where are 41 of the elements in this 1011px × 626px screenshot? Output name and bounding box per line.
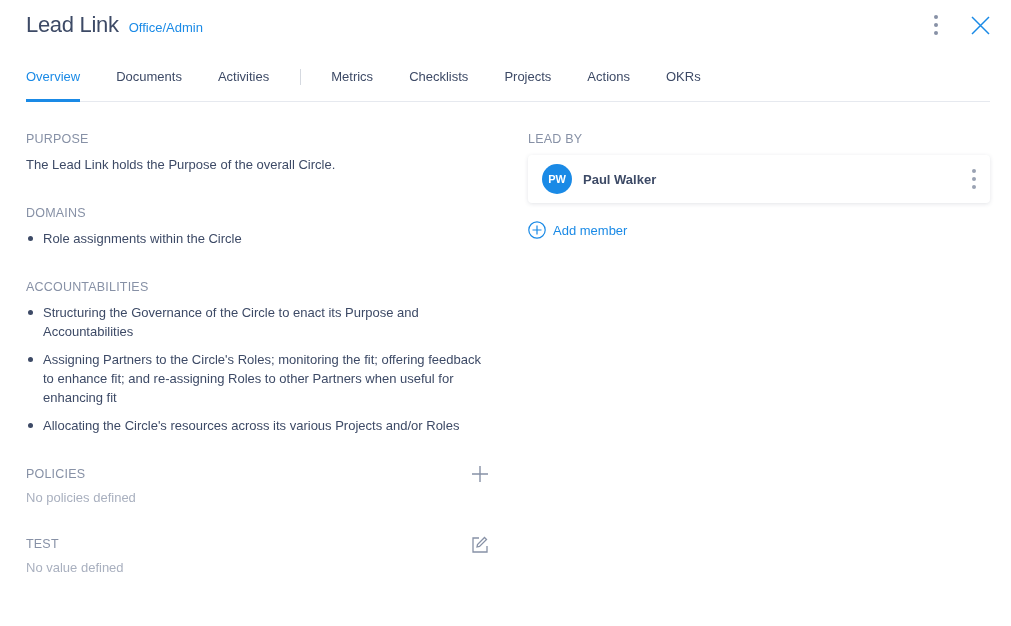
bullet-icon (28, 310, 33, 315)
close-icon (971, 15, 990, 35)
add-member-button[interactable]: Add member (528, 221, 628, 239)
add-button[interactable] (472, 466, 488, 482)
section-heading: POLICIES (26, 467, 86, 481)
more-icon (972, 169, 976, 189)
close-button[interactable] (971, 15, 990, 35)
tab[interactable]: Projects (504, 59, 552, 102)
tab[interactable]: Actions (587, 59, 630, 102)
section-heading: TEST (26, 537, 59, 551)
purpose-text: The Lead Link holds the Purpose of the overall Circle. (26, 156, 337, 174)
edit-button[interactable] (471, 535, 488, 553)
member-name: Paul Walker (583, 171, 658, 187)
section-heading: LEAD BY (528, 132, 583, 146)
tab[interactable]: Checklists (409, 59, 469, 102)
edit-icon (471, 535, 488, 553)
list-item-text: Allocating the Circle's resources across its various Projects and/or Roles (43, 417, 460, 435)
member-menu-button[interactable] (972, 169, 976, 189)
empty-message: No policies defined (26, 490, 137, 505)
tab[interactable]: Documents (116, 59, 182, 102)
list-item-text: Assigning Partners to the Circle's Roles; monitoring the fit; offering feedback to enhance fit; and re-assigning Roles to other Partners when useful for enhancing fit (43, 351, 482, 407)
section-heading: DOMAINS (26, 206, 86, 220)
empty-message: No value defined (26, 560, 125, 575)
tab[interactable]: Metrics (331, 59, 374, 102)
section-heading: PURPOSE (26, 132, 89, 146)
plus-circle-icon (528, 221, 546, 239)
avatar: PW (542, 164, 572, 194)
bullet-icon (28, 423, 33, 428)
more-button[interactable] (934, 15, 938, 35)
section-heading: ACCOUNTABILITIES (26, 280, 149, 294)
more-icon (934, 15, 938, 35)
tab[interactable]: OKRs (666, 59, 701, 102)
list-item-text: Role assignments within the Circle (43, 230, 242, 248)
bullet-icon (28, 357, 33, 362)
plus-icon (472, 466, 488, 482)
tab[interactable]: Activities (217, 59, 270, 102)
tab[interactable]: Overview (26, 59, 81, 102)
bullet-icon (28, 236, 33, 241)
circle-link[interactable]: Office/Admin (128, 20, 203, 35)
panel-title: Lead Link (26, 12, 119, 38)
list-item-text: Structuring the Governance of the Circle to enact its Purpose and Accountabilities (43, 304, 420, 341)
